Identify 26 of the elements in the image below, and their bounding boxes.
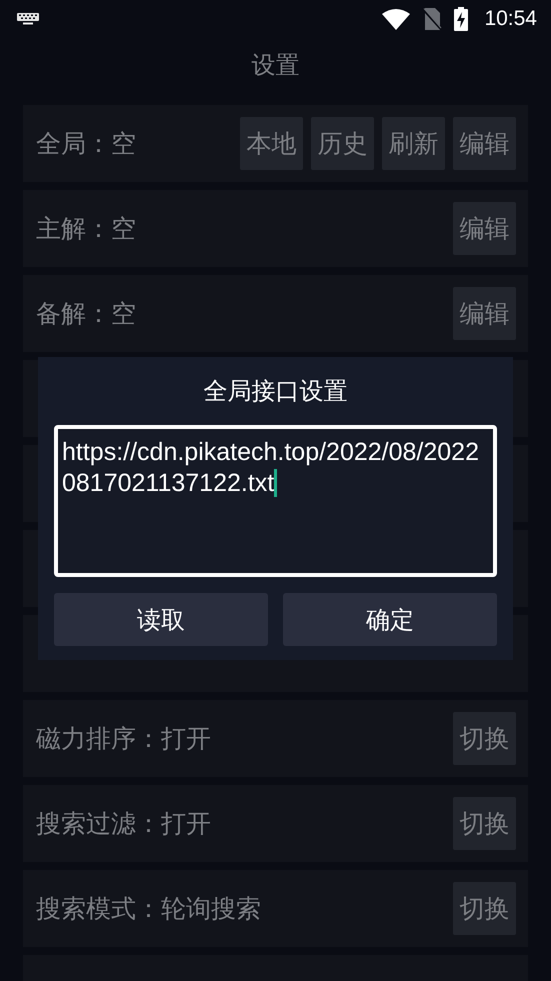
setting-label: 磁力排序：打开 bbox=[36, 723, 212, 755]
action-button[interactable]: 历史 bbox=[311, 117, 374, 170]
setting-label: 全局：空 bbox=[36, 128, 137, 160]
dialog-button[interactable]: 读取 bbox=[54, 593, 268, 646]
keyboard-icon bbox=[17, 13, 39, 25]
url-field[interactable]: https://cdn.pikatech.top/2022/08/20220817021137122.txt bbox=[54, 425, 497, 577]
setting-label: 备解：空 bbox=[36, 298, 137, 330]
clock-text: 10:54 bbox=[484, 7, 537, 31]
setting-label: 主解：空 bbox=[36, 213, 137, 245]
setting-label: 搜索模式：轮询搜索 bbox=[36, 893, 262, 925]
action-button[interactable]: 刷新 bbox=[382, 117, 445, 170]
action-button[interactable]: 切换 bbox=[453, 797, 516, 850]
dialog-button[interactable]: 确定 bbox=[283, 593, 497, 646]
page-title: 设置 bbox=[250, 50, 300, 81]
action-button[interactable]: 编辑 bbox=[453, 287, 516, 340]
text-cursor bbox=[274, 469, 278, 497]
setting-label: 搜索过滤：打开 bbox=[36, 808, 212, 840]
dialog-title: 全局接口设置 bbox=[202, 376, 348, 407]
action-button[interactable]: 切换 bbox=[453, 882, 516, 935]
action-button[interactable]: 编辑 bbox=[453, 117, 516, 170]
action-button[interactable]: 编辑 bbox=[453, 202, 516, 255]
wifi-icon bbox=[382, 8, 410, 30]
battery-charging-icon bbox=[454, 7, 468, 31]
action-button[interactable]: 本地 bbox=[240, 117, 303, 170]
action-button[interactable]: 切换 bbox=[453, 712, 516, 765]
no-sim-icon bbox=[422, 8, 442, 30]
